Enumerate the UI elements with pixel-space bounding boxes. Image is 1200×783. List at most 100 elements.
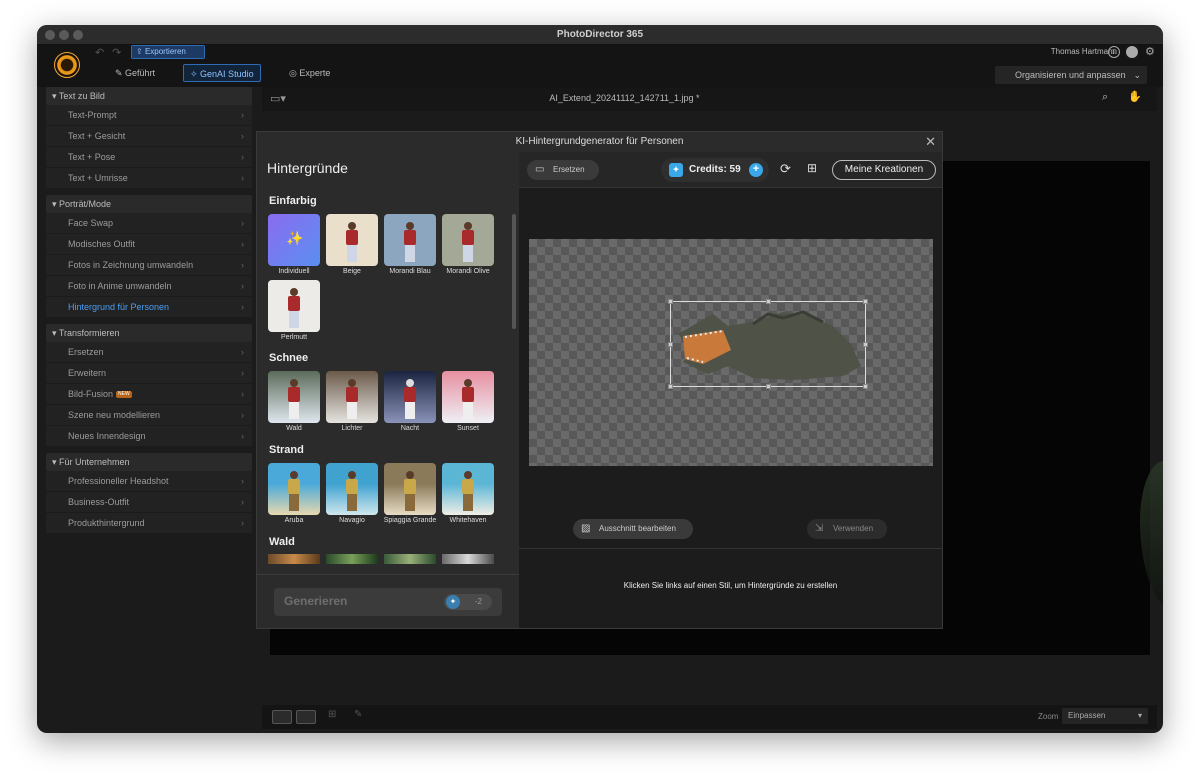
resize-handle[interactable] bbox=[766, 299, 771, 304]
sidebar-item-label: Text + Pose bbox=[68, 152, 116, 162]
sidebar-item-extend[interactable]: Erweitern › bbox=[46, 363, 252, 384]
notification-icon[interactable] bbox=[1126, 46, 1138, 58]
resize-handle[interactable] bbox=[863, 384, 868, 389]
selection-box[interactable] bbox=[668, 299, 868, 389]
section-header[interactable]: ▾ Porträt/Mode bbox=[46, 195, 252, 213]
style-snow-night[interactable] bbox=[384, 371, 436, 423]
replace-button[interactable]: ▭ Ersetzen bbox=[527, 160, 599, 180]
style-beach-navagio[interactable] bbox=[326, 463, 378, 515]
style-forest-thumb[interactable] bbox=[326, 554, 378, 564]
zoom-dropdown[interactable]: Einpassen ▾ bbox=[1062, 708, 1148, 724]
gift-icon[interactable]: ⊞ bbox=[807, 161, 817, 175]
sidebar-item-text-prompt[interactable]: Text-Prompt › bbox=[46, 105, 252, 126]
sidebar-item-person-background[interactable]: Hintergrund für Personen › bbox=[46, 297, 252, 318]
panel-scrollbar[interactable] bbox=[512, 214, 516, 329]
pen-icon[interactable]: ✎ bbox=[354, 709, 362, 720]
style-beach-aruba[interactable] bbox=[268, 463, 320, 515]
tab-expert[interactable]: ◎ Experte bbox=[283, 64, 336, 82]
sidebar-item-label: Face Swap bbox=[68, 218, 114, 228]
sidebar-item-label: Foto in Anime umwandeln bbox=[68, 281, 172, 291]
resize-handle[interactable] bbox=[668, 384, 673, 389]
sidebar-item-fashion-outfit[interactable]: Modisches Outfit › bbox=[46, 234, 252, 255]
my-creations-button[interactable]: Meine Kreationen bbox=[832, 160, 936, 180]
sidebar-item-label: Text-Prompt bbox=[68, 110, 117, 120]
sidebar-item-text-face[interactable]: Text + Gesicht › bbox=[46, 126, 252, 147]
sidebar-item-photo-to-anime[interactable]: Foto in Anime umwandeln › bbox=[46, 276, 252, 297]
style-beige[interactable] bbox=[326, 214, 378, 266]
sidebar-item-image-fusion[interactable]: Bild-Fusion NEW › bbox=[46, 384, 252, 405]
settings-gear-icon[interactable]: ⚙ bbox=[1145, 45, 1155, 58]
category-title: Schnee bbox=[269, 352, 309, 364]
zoom-value: Einpassen bbox=[1068, 711, 1106, 720]
redo-icon[interactable]: ↷ bbox=[112, 46, 121, 59]
account-icon[interactable]: ☺ bbox=[1108, 46, 1120, 58]
layout-icon[interactable]: ⊞ bbox=[328, 709, 336, 720]
style-custom[interactable]: ✨ bbox=[268, 214, 320, 266]
style-morandi-blue[interactable] bbox=[384, 214, 436, 266]
style-forest-thumb[interactable] bbox=[442, 554, 494, 564]
use-button[interactable]: ⇲ Verwenden bbox=[807, 519, 887, 539]
resize-handle[interactable] bbox=[668, 342, 673, 347]
style-label: Individuell bbox=[278, 268, 310, 275]
sidebar-item-interior-design[interactable]: Neues Innendesign › bbox=[46, 426, 252, 447]
chevron-down-icon: ⌄ bbox=[1133, 70, 1141, 80]
tab-guided[interactable]: ✎ Geführt bbox=[109, 64, 161, 82]
chevron-right-icon: › bbox=[241, 110, 244, 120]
hand-tool-icon[interactable]: ✋ bbox=[1128, 90, 1142, 103]
section-title: Für Unternehmen bbox=[59, 457, 130, 467]
section-header[interactable]: ▾ Text zu Bild bbox=[46, 87, 252, 105]
preview-toolbar: ▭ Ersetzen ✦ Credits: 59 + ⟳ ⊞ Meine Kre… bbox=[519, 152, 942, 188]
resize-handle[interactable] bbox=[668, 299, 673, 304]
resize-handle[interactable] bbox=[863, 299, 868, 304]
style-beach-spiaggia-grande[interactable] bbox=[384, 463, 436, 515]
sidebar-item-text-pose[interactable]: Text + Pose › bbox=[46, 147, 252, 168]
sidebar-item-product-background[interactable]: Produkthintergrund › bbox=[46, 513, 252, 534]
sidebar-item-headshot[interactable]: Professioneller Headshot › bbox=[46, 471, 252, 492]
sidebar-item-face-swap[interactable]: Face Swap › bbox=[46, 213, 252, 234]
compare-view-button[interactable] bbox=[296, 710, 316, 724]
zoom-label: Zoom bbox=[1038, 712, 1059, 721]
style-label: Spiaggia Grande bbox=[383, 517, 437, 524]
refresh-icon[interactable]: ⟳ bbox=[780, 161, 791, 177]
chevron-right-icon: › bbox=[241, 239, 244, 249]
style-forest-thumb[interactable] bbox=[268, 554, 320, 564]
style-forest-thumb[interactable] bbox=[384, 554, 436, 564]
credit-cost: -2 bbox=[474, 597, 482, 606]
add-credits-icon[interactable]: + bbox=[749, 163, 763, 177]
chevron-right-icon: › bbox=[241, 302, 244, 312]
edit-cutout-button[interactable]: ▨ Ausschnitt bearbeiten bbox=[573, 519, 693, 539]
style-snow-sunset[interactable] bbox=[442, 371, 494, 423]
person-thumbnail bbox=[344, 471, 360, 511]
sidebar-item-business-outfit[interactable]: Business-Outfit › bbox=[46, 492, 252, 513]
undo-icon[interactable]: ↶ bbox=[95, 46, 104, 59]
organize-dropdown[interactable]: Organisieren und anpassen ⌄ bbox=[995, 66, 1147, 84]
sidebar-item-replace[interactable]: Ersetzen › bbox=[46, 342, 252, 363]
export-button[interactable]: ⇪ Exportieren bbox=[131, 45, 205, 59]
dialog-title: KI-Hintergrundgenerator für Personen bbox=[515, 136, 684, 147]
replace-label: Ersetzen bbox=[553, 165, 585, 174]
generate-button[interactable]: Generieren ✦ -2 bbox=[274, 588, 502, 616]
chevron-right-icon: › bbox=[241, 218, 244, 228]
section-header[interactable]: ▾ Transformieren bbox=[46, 324, 252, 342]
search-icon[interactable]: ⌕ bbox=[1102, 91, 1108, 104]
style-pearl[interactable] bbox=[268, 280, 320, 332]
tab-genai-studio[interactable]: ✧ GenAI Studio bbox=[183, 64, 261, 82]
style-label: Aruba bbox=[284, 517, 304, 524]
sidebar-item-text-outline[interactable]: Text + Umrisse › bbox=[46, 168, 252, 189]
close-icon[interactable]: ✕ bbox=[925, 134, 936, 150]
resize-handle[interactable] bbox=[863, 342, 868, 347]
style-snow-forest[interactable] bbox=[268, 371, 320, 423]
style-snow-lights[interactable] bbox=[326, 371, 378, 423]
chevron-right-icon: › bbox=[241, 410, 244, 420]
sidebar-item-label: Erweitern bbox=[68, 368, 107, 378]
single-view-button[interactable] bbox=[272, 710, 292, 724]
sidebar-item-photo-to-drawing[interactable]: Fotos in Zeichnung umwandeln › bbox=[46, 255, 252, 276]
style-morandi-olive[interactable] bbox=[442, 214, 494, 266]
sidebar-item-remodel-scene[interactable]: Szene neu modellieren › bbox=[46, 405, 252, 426]
preview-panel: ▭ Ersetzen ✦ Credits: 59 + ⟳ ⊞ Meine Kre… bbox=[519, 152, 942, 628]
style-beach-whitehaven[interactable] bbox=[442, 463, 494, 515]
edit-image-icon: ▨ bbox=[581, 523, 591, 534]
resize-handle[interactable] bbox=[766, 384, 771, 389]
category-title: Einfarbig bbox=[269, 195, 317, 207]
section-header[interactable]: ▾ Für Unternehmen bbox=[46, 453, 252, 471]
